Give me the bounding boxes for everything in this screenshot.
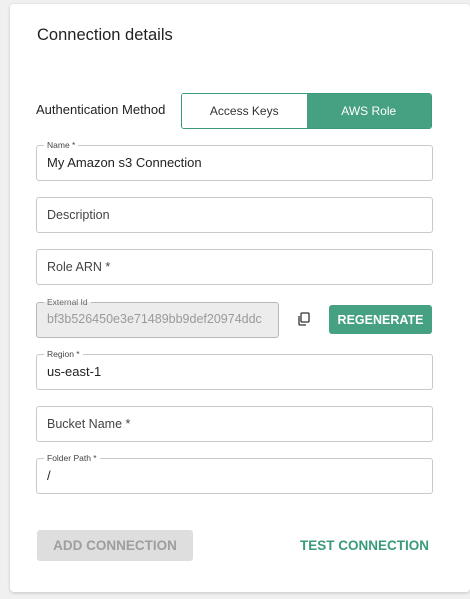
region-field-label: Region * (44, 348, 83, 360)
name-field-value: My Amazon s3 Connection (47, 155, 202, 170)
bucket-name-field[interactable]: Bucket Name * (36, 406, 433, 442)
role-arn-placeholder: Role ARN * (47, 260, 111, 274)
auth-method-toggle: Access Keys AWS Role (181, 93, 432, 129)
folder-path-value: / (47, 468, 51, 483)
auth-method-label: Authentication Method (36, 102, 166, 117)
external-id-field: External Id bf3b526450e3e71489bb9def2097… (36, 296, 279, 338)
page-title: Connection details (37, 26, 173, 44)
external-id-value: bf3b526450e3e71489bb9def20974ddc (47, 312, 262, 326)
role-arn-field[interactable]: Role ARN * (36, 249, 433, 285)
description-placeholder: Description (47, 208, 110, 222)
access-keys-option[interactable]: Access Keys (182, 94, 307, 128)
external-id-label: External Id (44, 296, 91, 308)
region-field-value: us-east-1 (47, 364, 102, 379)
description-field[interactable]: Description (36, 197, 433, 233)
regenerate-button[interactable]: REGENERATE (329, 305, 432, 334)
connection-details-card: Connection details Authentication Method… (10, 4, 470, 592)
folder-path-field[interactable]: Folder Path * / (36, 452, 433, 494)
region-field[interactable]: Region * us-east-1 (36, 348, 433, 390)
test-connection-button[interactable]: TEST CONNECTION (293, 530, 429, 561)
bucket-name-placeholder: Bucket Name * (47, 417, 131, 431)
aws-role-option[interactable]: AWS Role (306, 94, 431, 128)
folder-path-label: Folder Path * (44, 452, 100, 464)
add-connection-button: ADD CONNECTION (37, 530, 193, 561)
copy-icon[interactable] (297, 312, 311, 326)
name-field[interactable]: Name * My Amazon s3 Connection (36, 139, 433, 181)
name-field-label: Name * (44, 139, 79, 151)
